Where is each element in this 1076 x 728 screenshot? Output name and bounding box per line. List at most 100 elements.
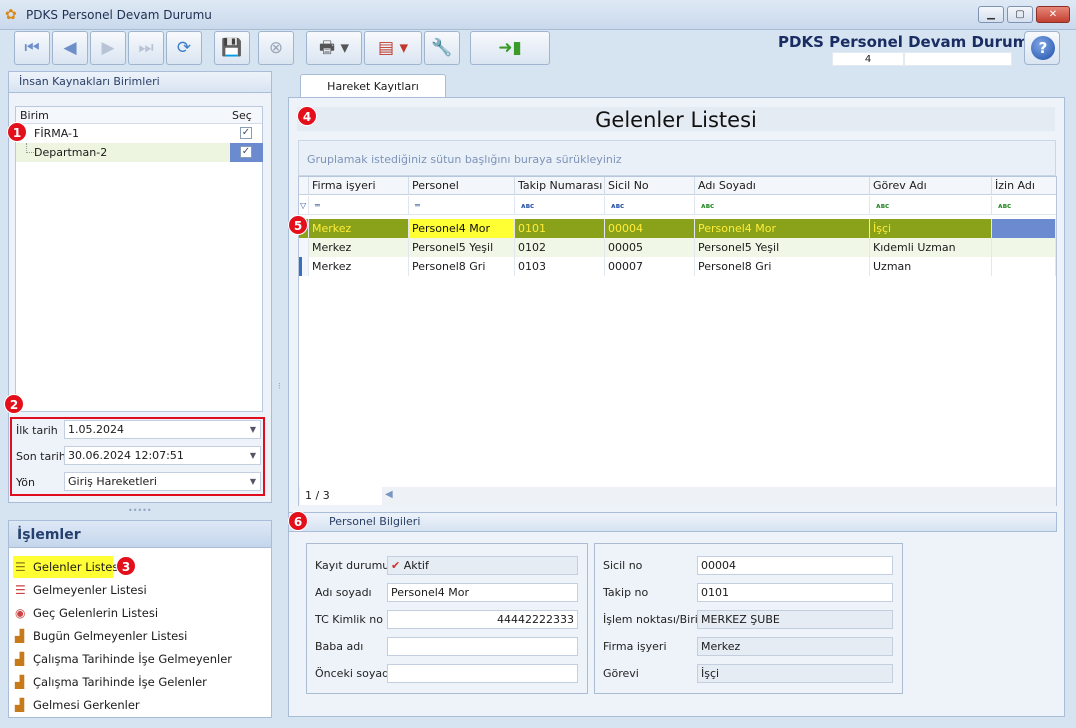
tab-movements[interactable]: Hareket Kayıtları [300, 74, 446, 98]
operation-item[interactable]: ▟ Çalışma Tarihinde İşe Gelmeyenler [13, 648, 232, 670]
cell[interactable]: 00004 [605, 219, 695, 238]
previous-record-icon[interactable]: ◀ [52, 31, 88, 65]
next-record-icon[interactable]: ▶ [90, 31, 126, 65]
list-icon: ☰ [15, 583, 26, 597]
cell[interactable]: Merkez [309, 219, 409, 238]
branch-field: MERKEZ ŞUBE [697, 610, 893, 629]
filter-icon[interactable]: ▽ [299, 196, 309, 215]
callout-badge: 4 [297, 106, 317, 126]
column-header[interactable]: İzin Adı [992, 177, 1056, 195]
start-date-input[interactable]: 1.05.2024 ▼ [64, 420, 261, 439]
print-icon[interactable]: 🖶 ▾ [306, 31, 362, 65]
column-header[interactable]: Firma işyeri [309, 177, 409, 195]
cell[interactable]: 00007 [605, 257, 695, 276]
exit-icon[interactable]: ➜▮ [470, 31, 550, 65]
cell[interactable]: Personel5 Yeşil [695, 238, 870, 257]
tree-row[interactable]: Departman-2 ✓ [16, 143, 263, 162]
scroll-left-icon[interactable]: ◀ [385, 489, 393, 500]
operation-item[interactable]: ▟ Bugün Gelmeyenler Listesi [13, 625, 187, 647]
cell[interactable]: 00005 [605, 238, 695, 257]
cell[interactable]: Personel5 Yeşil [409, 238, 515, 257]
registry-field[interactable]: 00004 [697, 556, 893, 575]
table-row[interactable]: Merkez Personel4 Mor 0101 00004 Personel… [299, 219, 1056, 238]
list-title: Gelenler Listesi [297, 107, 1055, 132]
unit-select-checkbox[interactable]: ✓ [240, 146, 252, 158]
cell[interactable] [992, 219, 1056, 238]
column-select[interactable]: Seç [232, 109, 252, 122]
direction-select[interactable]: Giriş Hareketleri ▼ [64, 472, 261, 491]
chevron-down-icon[interactable]: ▼ [250, 473, 256, 490]
tree-line [26, 143, 34, 153]
tracking-field[interactable]: 0101 [697, 583, 893, 602]
company-field: Merkez [697, 637, 893, 656]
minimize-button[interactable]: ▁ [978, 6, 1004, 23]
pager: 1 / 3 [300, 487, 382, 505]
cell[interactable]: 0102 [515, 238, 605, 257]
personnel-left-box: Kayıt durumu ✔ Aktif Adı soyadı Personel… [306, 543, 588, 694]
status-label: Kayıt durumu [315, 559, 390, 572]
father-name-field[interactable] [387, 637, 578, 656]
cell[interactable]: Personel8 Gri [409, 257, 515, 276]
grid-footer: ◀ [299, 487, 1056, 506]
refresh-icon[interactable]: ⟳ [166, 31, 202, 65]
help-icon: ? [1031, 36, 1055, 60]
operation-item[interactable]: ▟ Çalışma Tarihinde İşe Gelenler [13, 671, 207, 693]
column-header[interactable]: Adı Soyadı [695, 177, 870, 195]
tc-field[interactable]: 44442222333 [387, 610, 578, 629]
filter-cell[interactable]: ═ [309, 196, 409, 215]
tree-row[interactable]: FİRMA-1 ✓ [16, 124, 262, 143]
help-button[interactable]: ? [1024, 31, 1060, 65]
cell[interactable]: Personel4 Mor [409, 219, 515, 238]
cell[interactable]: 0101 [515, 219, 605, 238]
filter-cell[interactable]: ᴀʙc [605, 196, 695, 215]
filter-cell[interactable]: ᴀʙc [695, 196, 870, 215]
chevron-down-icon[interactable]: ▼ [250, 447, 256, 464]
personnel-section-header[interactable]: Personel Bilgileri [288, 512, 1057, 532]
maximize-button[interactable]: ▢ [1007, 6, 1033, 23]
cell[interactable]: Merkez [309, 238, 409, 257]
chart-icon: ▟ [15, 629, 25, 643]
units-panel-title: İnsan Kaynakları Birimleri [8, 71, 272, 93]
window-title: PDKS Personel Devam Durumu [26, 8, 212, 22]
cell[interactable] [992, 257, 1056, 276]
end-date-input[interactable]: 30.06.2024 12:07:51 ▼ [64, 446, 261, 465]
settings-icon[interactable]: 🔧 [424, 31, 460, 65]
cell[interactable]: Personel8 Gri [695, 257, 870, 276]
name-field[interactable]: Personel4 Mor [387, 583, 578, 602]
splitter-grip[interactable]: ••••• [128, 506, 152, 515]
cell[interactable]: Uzman [870, 257, 992, 276]
filter-cell[interactable]: ═ [409, 196, 515, 215]
filter-cell[interactable]: ᴀʙc [515, 196, 605, 215]
chevron-down-icon[interactable]: ▼ [250, 421, 256, 438]
column-header[interactable]: Görev Adı [870, 177, 992, 195]
cell[interactable]: 0103 [515, 257, 605, 276]
operation-item[interactable]: ☰ Gelmeyenler Listesi [13, 579, 147, 601]
table-row[interactable]: Merkez Personel5 Yeşil 0102 00005 Person… [299, 238, 1056, 257]
column-header[interactable]: Takip Numarası [515, 177, 605, 195]
last-record-icon[interactable]: ⏭ [128, 31, 164, 65]
close-button[interactable]: ✕ [1036, 6, 1070, 23]
cell[interactable]: İşçi [870, 219, 992, 238]
operation-item[interactable]: ▟ Gelmesi Gerkenler [13, 694, 140, 716]
operation-item[interactable]: ☰ Gelenler Listesi [13, 556, 122, 578]
filter-cell[interactable]: ᴀʙc [870, 196, 992, 215]
cell[interactable]: Kıdemli Uzman [870, 238, 992, 257]
save-icon[interactable]: 💾 [214, 31, 250, 65]
export-pdf-icon[interactable]: ▤ ▾ [364, 31, 422, 65]
unit-select-checkbox[interactable]: ✓ [240, 127, 252, 139]
previous-surname-field[interactable] [387, 664, 578, 683]
cell[interactable]: Merkez [309, 257, 409, 276]
cell[interactable]: Personel4 Mor [695, 219, 870, 238]
splitter-grip[interactable]: ⁝ [278, 383, 281, 392]
cancel-save-icon[interactable]: ⊗ [258, 31, 294, 65]
operation-label: Geç Gelenlerin Listesi [33, 606, 159, 620]
column-header[interactable]: Personel [409, 177, 515, 195]
cell[interactable] [992, 238, 1056, 257]
column-unit[interactable]: Birim [20, 109, 49, 122]
first-record-icon[interactable]: ⏮ [14, 31, 50, 65]
operation-item[interactable]: ◉ Geç Gelenlerin Listesi [13, 602, 158, 624]
group-panel[interactable]: Gruplamak istediğiniz sütun başlığını bu… [298, 140, 1056, 176]
filter-cell[interactable]: ᴀʙc [992, 196, 1056, 215]
table-row[interactable]: Merkez Personel8 Gri 0103 00007 Personel… [299, 257, 1056, 276]
column-header[interactable]: Sicil No [605, 177, 695, 195]
